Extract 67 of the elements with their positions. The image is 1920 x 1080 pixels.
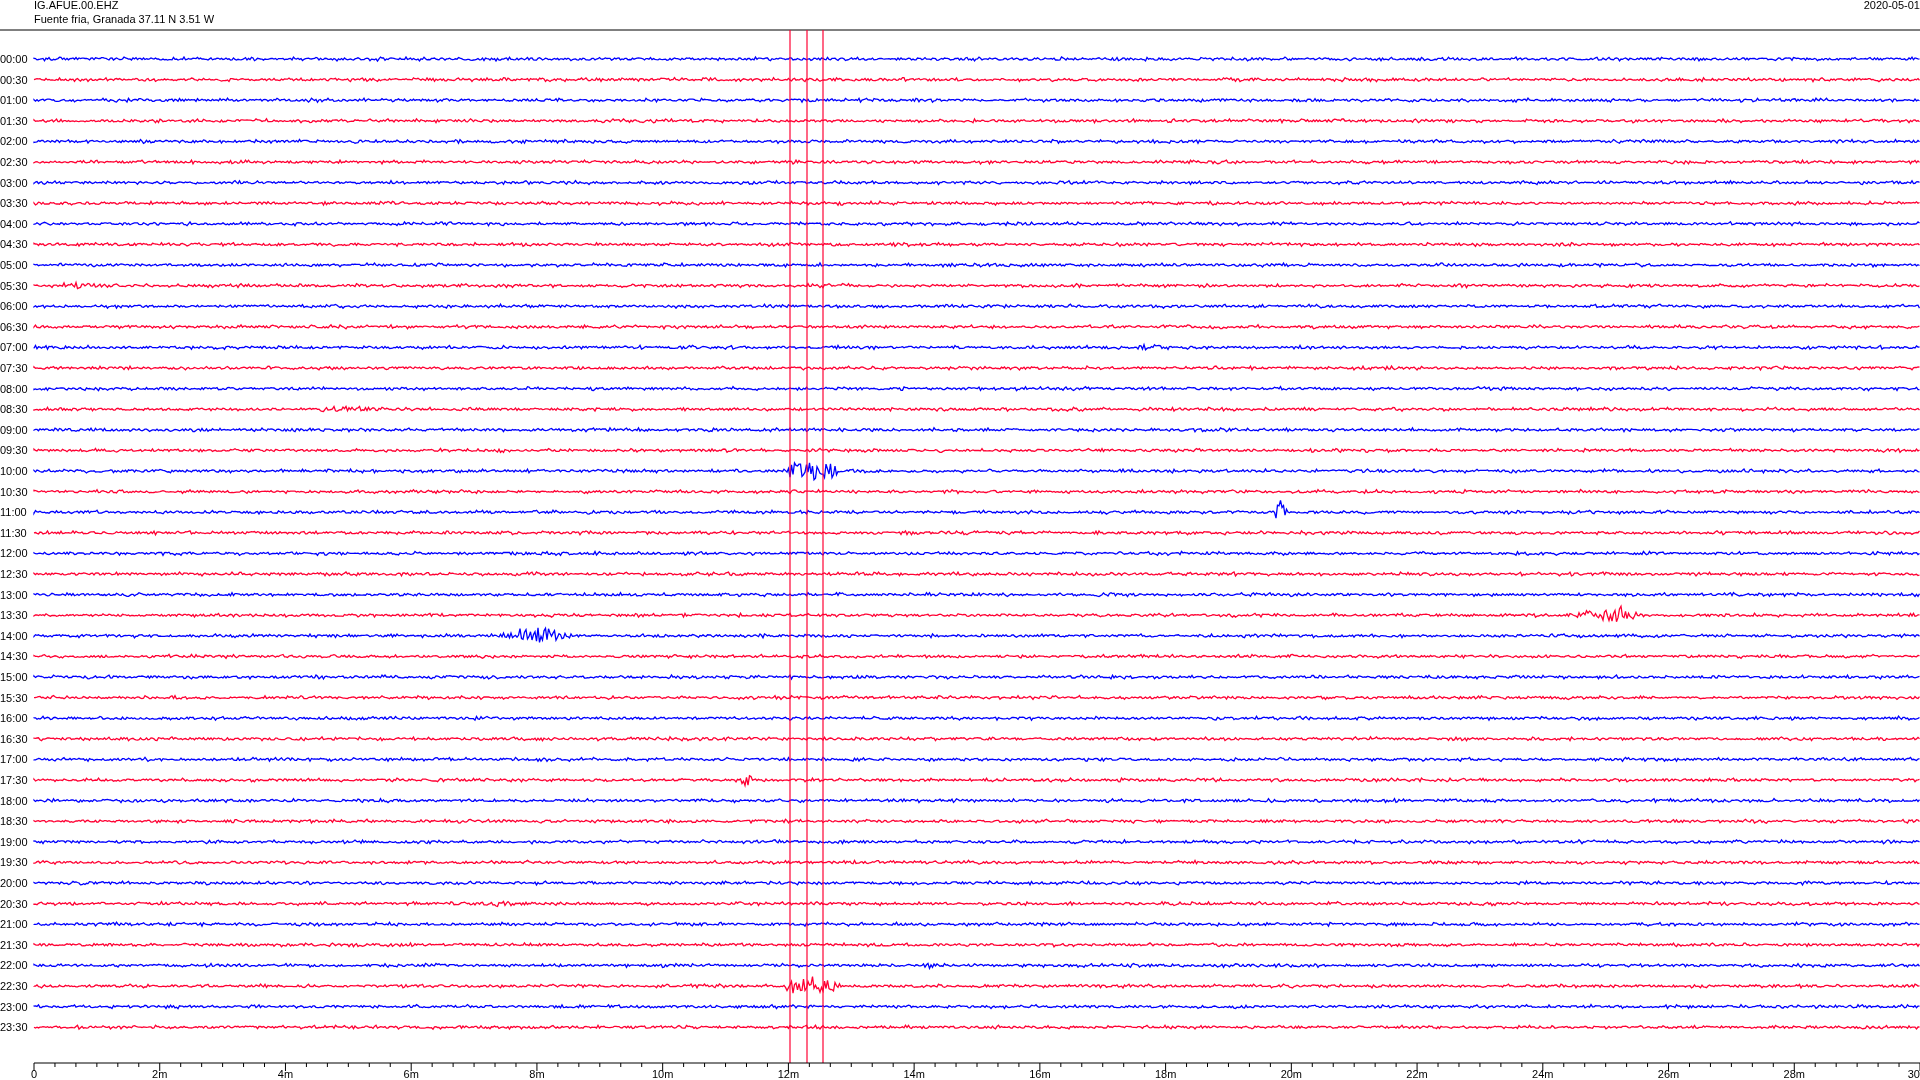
axis-tick-label: 28m xyxy=(1783,1068,1805,1080)
time-label: 22:30 xyxy=(0,980,28,992)
time-label: 10:00 xyxy=(0,465,28,477)
time-label: 14:00 xyxy=(0,629,28,642)
time-label: 09:00 xyxy=(0,423,28,436)
axis-tick-label: 8m xyxy=(529,1068,545,1080)
time-label: 16:30 xyxy=(0,732,28,745)
time-label: 06:00 xyxy=(0,300,28,313)
time-label: 12:30 xyxy=(0,568,28,580)
time-label: 00:00 xyxy=(0,53,28,65)
plot-date: 2020-05-01 xyxy=(1863,0,1920,11)
time-label: 07:00 xyxy=(0,341,28,354)
time-label: 12:00 xyxy=(0,547,28,560)
time-label: 05:30 xyxy=(0,279,28,292)
axis-tick-label: 14m xyxy=(903,1068,925,1080)
time-label: 18:30 xyxy=(0,815,28,828)
axis-tick-label: 24m xyxy=(1532,1068,1554,1080)
time-label: 13:30 xyxy=(0,609,28,622)
time-label: 20:30 xyxy=(0,897,28,910)
axis-tick-label: 22m xyxy=(1406,1068,1428,1080)
time-label: 09:30 xyxy=(0,444,28,457)
time-label: 19:00 xyxy=(0,835,28,848)
axis-tick-label: 16m xyxy=(1029,1068,1051,1080)
station-location: Fuente fria, Granada 37.11 N 3.51 W xyxy=(34,13,215,25)
time-label: 21:30 xyxy=(0,938,28,951)
axis-tick-label: 26m xyxy=(1657,1068,1680,1080)
time-label: 00:30 xyxy=(0,73,28,86)
time-label: 16:00 xyxy=(0,712,28,725)
time-label: 03:00 xyxy=(0,176,28,189)
time-label: 14:30 xyxy=(0,650,28,663)
axis-tick-label: 4m xyxy=(277,1068,294,1080)
time-label: 17:00 xyxy=(0,753,28,766)
time-label: 01:00 xyxy=(0,94,28,107)
axis-tick-label: 12m xyxy=(777,1068,800,1080)
time-label: 23:00 xyxy=(0,1000,28,1013)
time-label: 17:30 xyxy=(0,774,28,786)
time-label: 11:00 xyxy=(0,506,27,519)
time-label: 02:00 xyxy=(0,135,28,148)
time-label: 22:00 xyxy=(0,959,28,972)
time-label: 15:00 xyxy=(0,671,28,683)
time-label: 02:30 xyxy=(0,156,28,168)
time-label: 23:30 xyxy=(0,1021,28,1034)
time-label: 04:30 xyxy=(0,238,28,251)
time-label: 08:00 xyxy=(0,382,28,395)
time-label: 04:00 xyxy=(0,217,28,230)
time-label: 01:30 xyxy=(0,114,28,127)
axis-tick-label: 10m xyxy=(651,1068,674,1080)
axis-tick-label: 0 xyxy=(31,1068,38,1080)
time-label: 08:30 xyxy=(0,403,28,416)
time-label: 13:00 xyxy=(0,588,28,601)
time-label: 03:30 xyxy=(0,197,28,210)
time-label: 15:30 xyxy=(0,691,28,704)
station-code: IG.AFUE.00.EHZ xyxy=(34,0,119,11)
axis-tick-label: 18m xyxy=(1154,1068,1177,1080)
axis-tick-label: 30 xyxy=(1907,1068,1920,1080)
time-label: 10:30 xyxy=(0,485,28,498)
time-label: 18:00 xyxy=(0,794,28,807)
axis-tick-label: 2m xyxy=(152,1068,168,1080)
time-label: 07:30 xyxy=(0,362,28,374)
axis-tick-label: 6m xyxy=(403,1068,419,1080)
time-label: 19:30 xyxy=(0,856,28,869)
time-label: 21:00 xyxy=(0,918,28,931)
time-label: 05:00 xyxy=(0,259,28,271)
axis-tick-label: 20m xyxy=(1280,1068,1303,1080)
time-label: 06:30 xyxy=(0,320,28,333)
time-label: 11:30 xyxy=(0,526,27,539)
time-label: 20:00 xyxy=(0,877,28,889)
